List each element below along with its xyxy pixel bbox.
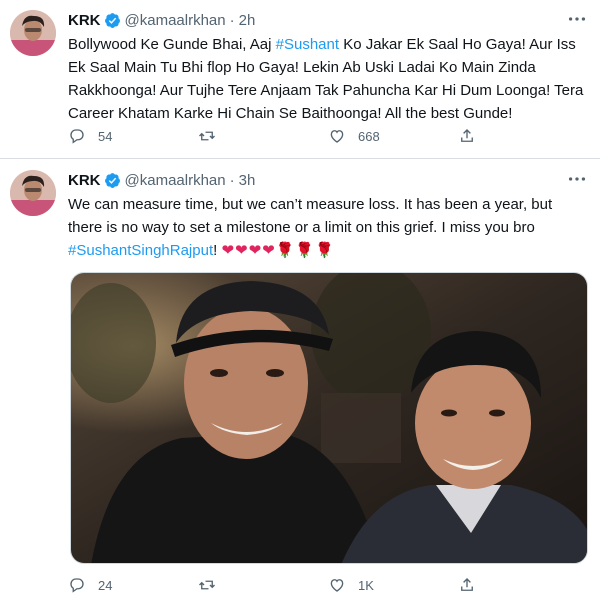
hashtag-link[interactable]: #Sushant <box>276 36 339 53</box>
tweet-text: We can measure time, but we can’t measur… <box>68 193 588 262</box>
verified-badge-icon <box>104 172 121 189</box>
reply-button[interactable]: 24 <box>68 576 112 594</box>
tweet-text: Bollywood Ke Gunde Bhai, Aaj #Sushant Ko… <box>68 33 588 125</box>
tweet-actions: 54 668 <box>68 127 588 149</box>
emoji-hearts-roses: ❤❤❤❤🌹🌹🌹 <box>221 242 335 259</box>
display-name[interactable]: KRK <box>68 12 101 29</box>
separator: · <box>229 11 235 29</box>
display-name[interactable]: KRK <box>68 172 101 189</box>
retweet-button[interactable] <box>198 127 228 145</box>
avatar[interactable] <box>10 10 56 56</box>
timestamp[interactable]: 3h <box>239 172 256 189</box>
tweet-photo[interactable] <box>70 272 588 564</box>
tweet[interactable]: KRK @kamaalrkhan · 2h Bollywood Ke Gunde… <box>0 0 600 159</box>
reply-button[interactable]: 54 <box>68 127 112 145</box>
tweet[interactable]: KRK @kamaalrkhan · 3h We can measure tim… <box>0 160 600 609</box>
share-button[interactable] <box>458 576 476 594</box>
tweet-header: KRK @kamaalrkhan · 3h <box>68 170 255 190</box>
tweet-actions: 24 1K <box>68 576 588 598</box>
tweet-header: KRK @kamaalrkhan · 2h <box>68 10 255 30</box>
reply-count: 24 <box>98 577 113 593</box>
more-options-icon[interactable] <box>566 8 588 30</box>
like-icon <box>330 130 344 143</box>
retweet-button[interactable] <box>198 576 228 594</box>
like-icon <box>330 579 344 592</box>
timestamp[interactable]: 2h <box>239 12 256 29</box>
retweet-icon <box>199 131 215 141</box>
share-icon <box>461 578 473 591</box>
share-icon <box>461 129 473 142</box>
retweet-icon <box>199 580 215 590</box>
hashtag-link[interactable]: #SushantSinghRajput <box>68 242 213 259</box>
like-button[interactable]: 1K <box>328 576 374 594</box>
handle[interactable]: @kamaalrkhan <box>125 12 226 29</box>
handle[interactable]: @kamaalrkhan <box>125 172 226 189</box>
avatar[interactable] <box>10 170 56 216</box>
reply-icon <box>70 129 84 144</box>
like-count: 668 <box>358 128 380 144</box>
reply-count: 54 <box>98 128 113 144</box>
tweet-text-segment: We can measure time, but we can’t measur… <box>68 196 553 236</box>
share-button[interactable] <box>458 127 476 145</box>
verified-badge-icon <box>104 12 121 29</box>
photo-image <box>71 273 587 563</box>
like-count: 1K <box>358 577 374 593</box>
more-options-icon[interactable] <box>566 168 588 190</box>
reply-icon <box>70 578 84 593</box>
tweet-text-segment: Bollywood Ke Gunde Bhai, Aaj <box>68 36 276 53</box>
separator: · <box>229 171 235 189</box>
like-button[interactable]: 668 <box>328 127 380 145</box>
